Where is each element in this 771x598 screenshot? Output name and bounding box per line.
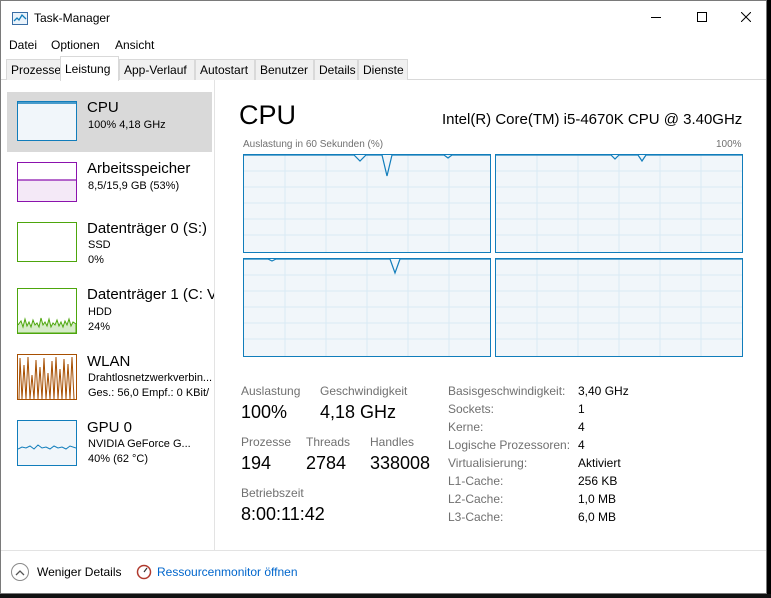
info-value: 4	[578, 420, 585, 434]
resource-item-disk-0[interactable]: Datenträger 0 (S:) SSD 0%	[7, 216, 212, 278]
betriebszeit-label: Betriebszeit	[241, 486, 304, 500]
info-label: Kerne:	[448, 420, 484, 434]
chevron-up-icon[interactable]	[11, 563, 29, 581]
handles-label: Handles	[370, 435, 415, 449]
resource-title: Datenträger 1 (C: V	[87, 286, 215, 303]
task-manager-window: Task-Manager Datei Optionen Ansicht Proz…	[0, 0, 767, 594]
resource-detail: Ges.: 56,0 Empf.: 0 KBit/	[88, 387, 210, 399]
resource-title: Datenträger 0 (S:)	[87, 220, 208, 237]
fewer-details-button[interactable]: Weniger Details	[37, 565, 121, 579]
geschwindigkeit-value: 4,18 GHz	[320, 402, 397, 422]
auslastung-label: Auslastung	[241, 384, 301, 398]
resource-detail: NVIDIA GeForce G...	[88, 438, 191, 450]
info-value: 1,0 MB	[578, 492, 617, 506]
resource-detail: 0%	[88, 254, 104, 266]
resource-item-cpu[interactable]: CPU 100% 4,18 GHz	[7, 92, 212, 152]
resource-item-wlan[interactable]: WLAN Drahtlosnetzwerkverbin... Ges.: 56,…	[7, 350, 212, 412]
tab-dienste[interactable]: Dienste	[358, 59, 408, 80]
wlan-thumbnail-graph	[17, 354, 77, 400]
info-label: Logische Prozessoren:	[448, 438, 571, 452]
menu-datei[interactable]: Datei	[9, 38, 37, 52]
handles-value: 338008	[370, 453, 431, 473]
close-button[interactable]	[723, 1, 766, 33]
info-label: Sockets:	[448, 402, 495, 416]
prozesse-value: 194	[241, 453, 272, 473]
info-label: L2-Cache:	[448, 492, 504, 506]
threads-label: Threads	[306, 435, 351, 449]
taskbar-edge	[0, 594, 771, 598]
tab-autostart[interactable]: Autostart	[195, 59, 255, 80]
prozesse-label: Prozesse	[241, 435, 292, 449]
close-icon	[741, 12, 751, 22]
threads-value: 2784	[306, 453, 347, 473]
core-graph-3	[495, 258, 743, 357]
minimize-icon	[651, 17, 661, 18]
core-graph-0	[243, 154, 491, 253]
info-label: Basisgeschwindigkeit:	[448, 384, 566, 398]
info-label: L1-Cache:	[448, 474, 504, 488]
tab-leistung[interactable]: Leistung	[60, 56, 119, 81]
info-label: Virtualisierung:	[448, 456, 528, 470]
cpu-detail-panel: CPU Intel(R) Core(TM) i5-4670K CPU @ 3.4…	[216, 80, 766, 550]
tab-benutzer[interactable]: Benutzer	[255, 59, 314, 80]
resource-title: CPU	[87, 99, 119, 116]
resource-detail: HDD	[88, 306, 112, 318]
menu-optionen[interactable]: Optionen	[51, 38, 100, 52]
betriebszeit-value: 8:00:11:42	[241, 504, 325, 524]
core-graph-2	[243, 258, 491, 357]
resource-detail: Drahtlosnetzwerkverbin...	[88, 372, 213, 384]
resource-detail: 40% (62 °C)	[88, 453, 149, 465]
info-value: 4	[578, 438, 585, 452]
minimize-button[interactable]	[633, 1, 679, 33]
cpu-thumbnail-graph	[17, 101, 77, 141]
maximize-icon	[697, 12, 707, 22]
disk-0-thumbnail-graph	[17, 222, 77, 262]
resource-title: GPU 0	[87, 419, 133, 436]
tab-details[interactable]: Details	[314, 59, 358, 80]
page-title: CPU	[239, 100, 297, 130]
resource-item-disk-1[interactable]: Datenträger 1 (C: V HDD 24%	[7, 282, 215, 344]
resource-detail: SSD	[88, 239, 111, 251]
maximize-button[interactable]	[679, 1, 725, 33]
info-label: L3-Cache:	[448, 510, 504, 524]
title-bar: Task-Manager	[1, 1, 766, 33]
resource-detail: 24%	[88, 321, 111, 333]
info-value: 6,0 MB	[578, 510, 617, 524]
task-manager-app-icon	[12, 12, 28, 25]
graph-label: Auslastung in 60 Sekunden (%)	[243, 139, 384, 150]
menu-ansicht[interactable]: Ansicht	[115, 38, 154, 52]
info-value: 256 KB	[578, 474, 618, 488]
resource-list: CPU 100% 4,18 GHz Arbeitsspeicher 8,5/15…	[1, 80, 215, 550]
footer-bar: Weniger Details Ressourcenmonitor öffnen	[1, 550, 766, 593]
disk-1-thumbnail-graph	[17, 288, 77, 334]
resource-title: Arbeitsspeicher	[87, 160, 191, 177]
gpu-thumbnail-graph	[17, 420, 77, 466]
resource-title: WLAN	[87, 353, 131, 370]
info-value: 1	[578, 402, 585, 416]
cpu-model-name: Intel(R) Core(TM) i5-4670K CPU @ 3.40GHz	[442, 111, 743, 128]
tab-app-verlauf[interactable]: App-Verlauf	[119, 59, 195, 80]
open-resource-monitor-link[interactable]: Ressourcenmonitor öffnen	[157, 565, 298, 579]
graph-max-label: 100%	[716, 139, 742, 150]
menu-bar: Datei Optionen Ansicht	[1, 35, 766, 55]
info-value: 3,40 GHz	[578, 384, 629, 398]
resource-monitor-icon	[136, 564, 152, 580]
info-value: Aktiviert	[578, 456, 621, 470]
auslastung-value: 100%	[241, 402, 288, 422]
core-graph-1	[495, 154, 743, 253]
resource-item-gpu[interactable]: GPU 0 NVIDIA GeForce G... 40% (62 °C)	[7, 416, 212, 478]
tab-bar: Prozesse Leistung App-Verlauf Autostart …	[1, 56, 766, 81]
geschwindigkeit-label: Geschwindigkeit	[320, 384, 408, 398]
resource-item-memory[interactable]: Arbeitsspeicher 8,5/15,9 GB (53%)	[7, 156, 212, 218]
tab-prozesse[interactable]: Prozesse	[6, 59, 61, 80]
resource-detail: 100% 4,18 GHz	[88, 119, 166, 131]
window-title: Task-Manager	[34, 11, 111, 25]
resource-detail: 8,5/15,9 GB (53%)	[88, 180, 180, 192]
memory-thumbnail-graph	[17, 162, 77, 202]
